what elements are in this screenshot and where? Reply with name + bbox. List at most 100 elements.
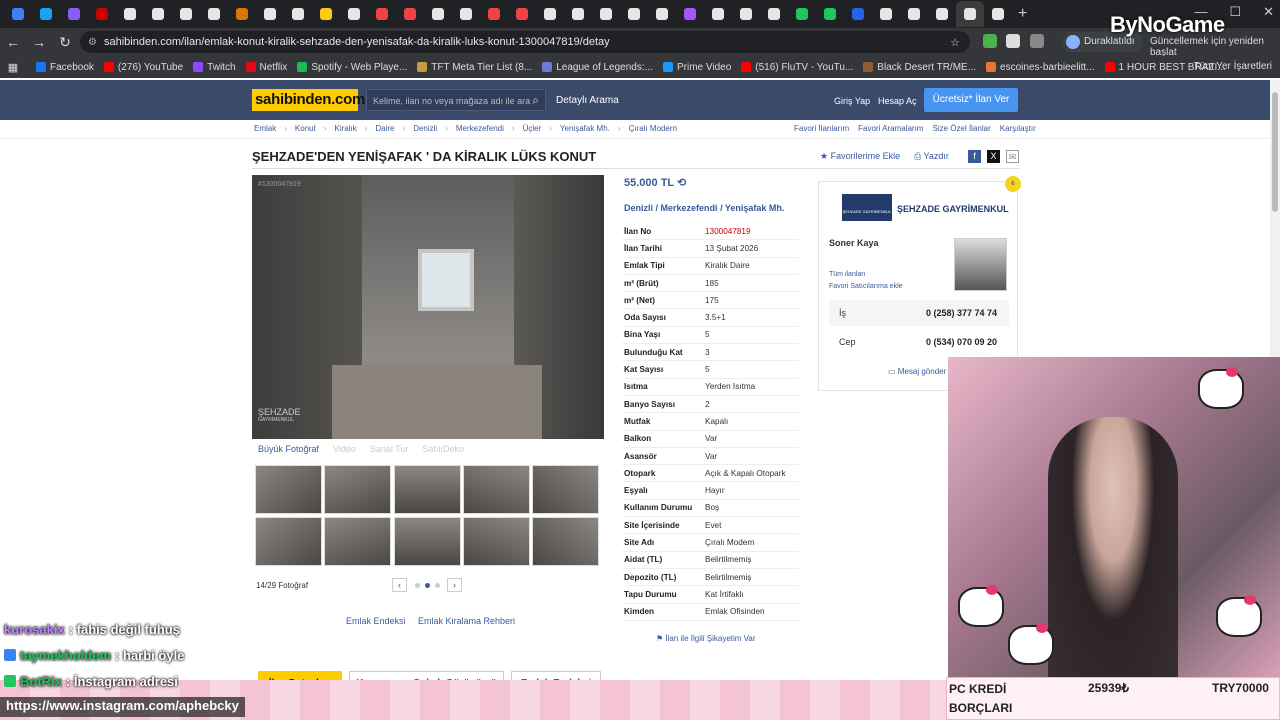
- breadcrumb-item[interactable]: Daire: [375, 124, 394, 133]
- history-icon[interactable]: ⟲: [677, 177, 686, 189]
- search-input[interactable]: Kelime, ilan no veya mağaza adı ile ara …: [366, 89, 546, 111]
- site-info-icon[interactable]: ⚙: [88, 37, 97, 48]
- location-link[interactable]: Merkezefendi: [661, 203, 718, 213]
- bookmark-item[interactable]: (276) YouTube: [103, 62, 183, 73]
- all-bookmarks-button[interactable]: Tüm Yer İşaretleri: [1194, 61, 1272, 72]
- browser-tab[interactable]: [536, 1, 564, 27]
- breadcrumb-item[interactable]: Kiralık: [334, 124, 356, 133]
- browser-tab[interactable]: [648, 1, 676, 27]
- top-link[interactable]: Favori Aramalarım: [858, 124, 923, 133]
- scrollbar-thumb[interactable]: [1272, 92, 1278, 212]
- photo-thumbnail[interactable]: [462, 517, 530, 566]
- location-link[interactable]: Yenişafak Mh.: [725, 203, 785, 213]
- apps-grid-icon[interactable]: ▦: [0, 61, 26, 74]
- top-link[interactable]: Favori İlanlarım: [794, 124, 849, 133]
- maximize-icon[interactable]: ☐: [1229, 4, 1241, 20]
- browser-tab[interactable]: [284, 1, 312, 27]
- emlak-index-link[interactable]: Emlak Endeksi: [346, 616, 406, 626]
- browser-tab[interactable]: [228, 1, 256, 27]
- x-share-icon[interactable]: X: [987, 150, 1000, 163]
- bookmark-star-icon[interactable]: ☆: [950, 36, 960, 49]
- address-bar[interactable]: ⚙ sahibinden.com/ilan/emlak-konut-kirali…: [80, 31, 970, 53]
- photo-thumbnail[interactable]: [393, 465, 461, 514]
- photo-tab[interactable]: SatılıDeko: [422, 444, 464, 458]
- browser-tab[interactable]: [816, 1, 844, 27]
- rental-guide-link[interactable]: Emlak Kiralama Rehberi: [418, 616, 515, 626]
- browser-tab[interactable]: [480, 1, 508, 27]
- breadcrumb-item[interactable]: Yenişafak Mh.: [560, 124, 610, 133]
- browser-tab[interactable]: [900, 1, 928, 27]
- top-link[interactable]: Karşılaştır: [1000, 124, 1036, 133]
- breadcrumb-item[interactable]: Merkezefendi: [456, 124, 504, 133]
- browser-tab[interactable]: [172, 1, 200, 27]
- bookmark-item[interactable]: escoines-barbieelitt...: [986, 62, 1095, 73]
- breadcrumb-item[interactable]: Üçler: [523, 124, 542, 133]
- print-link[interactable]: ⎙ Yazdır: [914, 151, 949, 162]
- forward-icon[interactable]: →: [26, 34, 52, 50]
- main-photo[interactable]: #1300047819 ŞEHZADE GAYRİMENKUL: [252, 175, 604, 439]
- browser-tab[interactable]: [452, 1, 480, 27]
- browser-tab[interactable]: [32, 1, 60, 27]
- browser-tab[interactable]: [312, 1, 340, 27]
- breadcrumb-item[interactable]: Çıralı Modern: [629, 124, 677, 133]
- photo-thumbnail[interactable]: [532, 517, 600, 566]
- restart-update-button[interactable]: Güncellemek için yeniden başlat: [1150, 36, 1280, 58]
- bookmark-item[interactable]: Prime Video: [662, 62, 731, 73]
- bookmark-item[interactable]: Facebook: [36, 62, 94, 73]
- close-icon[interactable]: ✕: [1263, 4, 1274, 20]
- pager-dot[interactable]: [415, 583, 420, 588]
- browser-tab[interactable]: [508, 1, 536, 27]
- photo-thumbnail[interactable]: [393, 517, 461, 566]
- next-photo-button[interactable]: ›: [447, 578, 462, 592]
- browser-tab[interactable]: [704, 1, 732, 27]
- browser-tab[interactable]: [928, 1, 956, 27]
- bookmark-item[interactable]: Twitch: [193, 62, 236, 73]
- browser-tab[interactable]: [116, 1, 144, 27]
- browser-tab[interactable]: [956, 1, 984, 27]
- browser-tab[interactable]: [564, 1, 592, 27]
- back-icon[interactable]: ←: [0, 34, 26, 50]
- browser-tab[interactable]: [424, 1, 452, 27]
- facebook-share-icon[interactable]: f: [968, 150, 981, 163]
- email-share-icon[interactable]: ✉: [1006, 150, 1019, 163]
- bookmark-item[interactable]: Black Desert TR/ME...: [863, 62, 976, 73]
- photo-thumbnail[interactable]: [255, 465, 322, 514]
- complaint-link[interactable]: ⚑ İlan ile İlgili Şikayetim Var: [656, 634, 756, 643]
- photo-tab[interactable]: Video: [333, 444, 356, 458]
- site-logo[interactable]: sahibinden.com: [252, 89, 365, 111]
- browser-tab[interactable]: [396, 1, 424, 27]
- seller-name[interactable]: ŞEHZADE GAYRİMENKUL: [897, 204, 1009, 214]
- browser-tab[interactable]: [144, 1, 172, 27]
- browser-tab[interactable]: [256, 1, 284, 27]
- browser-tab[interactable]: [4, 1, 32, 27]
- photo-thumbnail[interactable]: [324, 517, 392, 566]
- browser-tab[interactable]: [368, 1, 396, 27]
- breadcrumb-item[interactable]: Emlak: [254, 124, 276, 133]
- browser-tab[interactable]: [872, 1, 900, 27]
- send-message-link[interactable]: ▭ Mesaj gönder: [888, 367, 946, 376]
- new-tab-icon[interactable]: +: [1018, 5, 1027, 23]
- detailed-search-link[interactable]: Detaylı Arama: [556, 95, 619, 106]
- seller-logo[interactable]: ŞEHZADE GAYRİMENKUL: [842, 194, 892, 221]
- browser-tab[interactable]: [620, 1, 648, 27]
- login-link[interactable]: Giriş Yap: [834, 96, 870, 106]
- browser-tab[interactable]: [592, 1, 620, 27]
- photo-tab[interactable]: Büyük Fotoğraf: [258, 444, 319, 458]
- pager-dot-active[interactable]: [425, 583, 430, 588]
- extension-icon[interactable]: [1006, 34, 1020, 48]
- browser-tab[interactable]: [88, 1, 116, 27]
- browser-tab[interactable]: [788, 1, 816, 27]
- extension-icon[interactable]: [983, 34, 997, 48]
- reload-icon[interactable]: ↻: [52, 34, 78, 51]
- location-link[interactable]: Denizli: [624, 203, 653, 213]
- favorite-seller-link[interactable]: Favori Satıcılarıma ekle: [829, 283, 903, 290]
- breadcrumb-item[interactable]: Denizli: [413, 124, 437, 133]
- free-ad-button[interactable]: Ücretsiz* İlan Ver: [924, 88, 1018, 112]
- photo-thumbnail[interactable]: [532, 465, 600, 514]
- browser-tab[interactable]: [200, 1, 228, 27]
- bookmark-item[interactable]: Spotify - Web Playe...: [297, 62, 407, 73]
- bookmark-item[interactable]: TFT Meta Tier List (8...: [417, 62, 532, 73]
- add-favorite-link[interactable]: ★ Favorilerime Ekle: [820, 151, 900, 162]
- photo-thumbnail[interactable]: [324, 465, 392, 514]
- pager-dot[interactable]: [435, 583, 440, 588]
